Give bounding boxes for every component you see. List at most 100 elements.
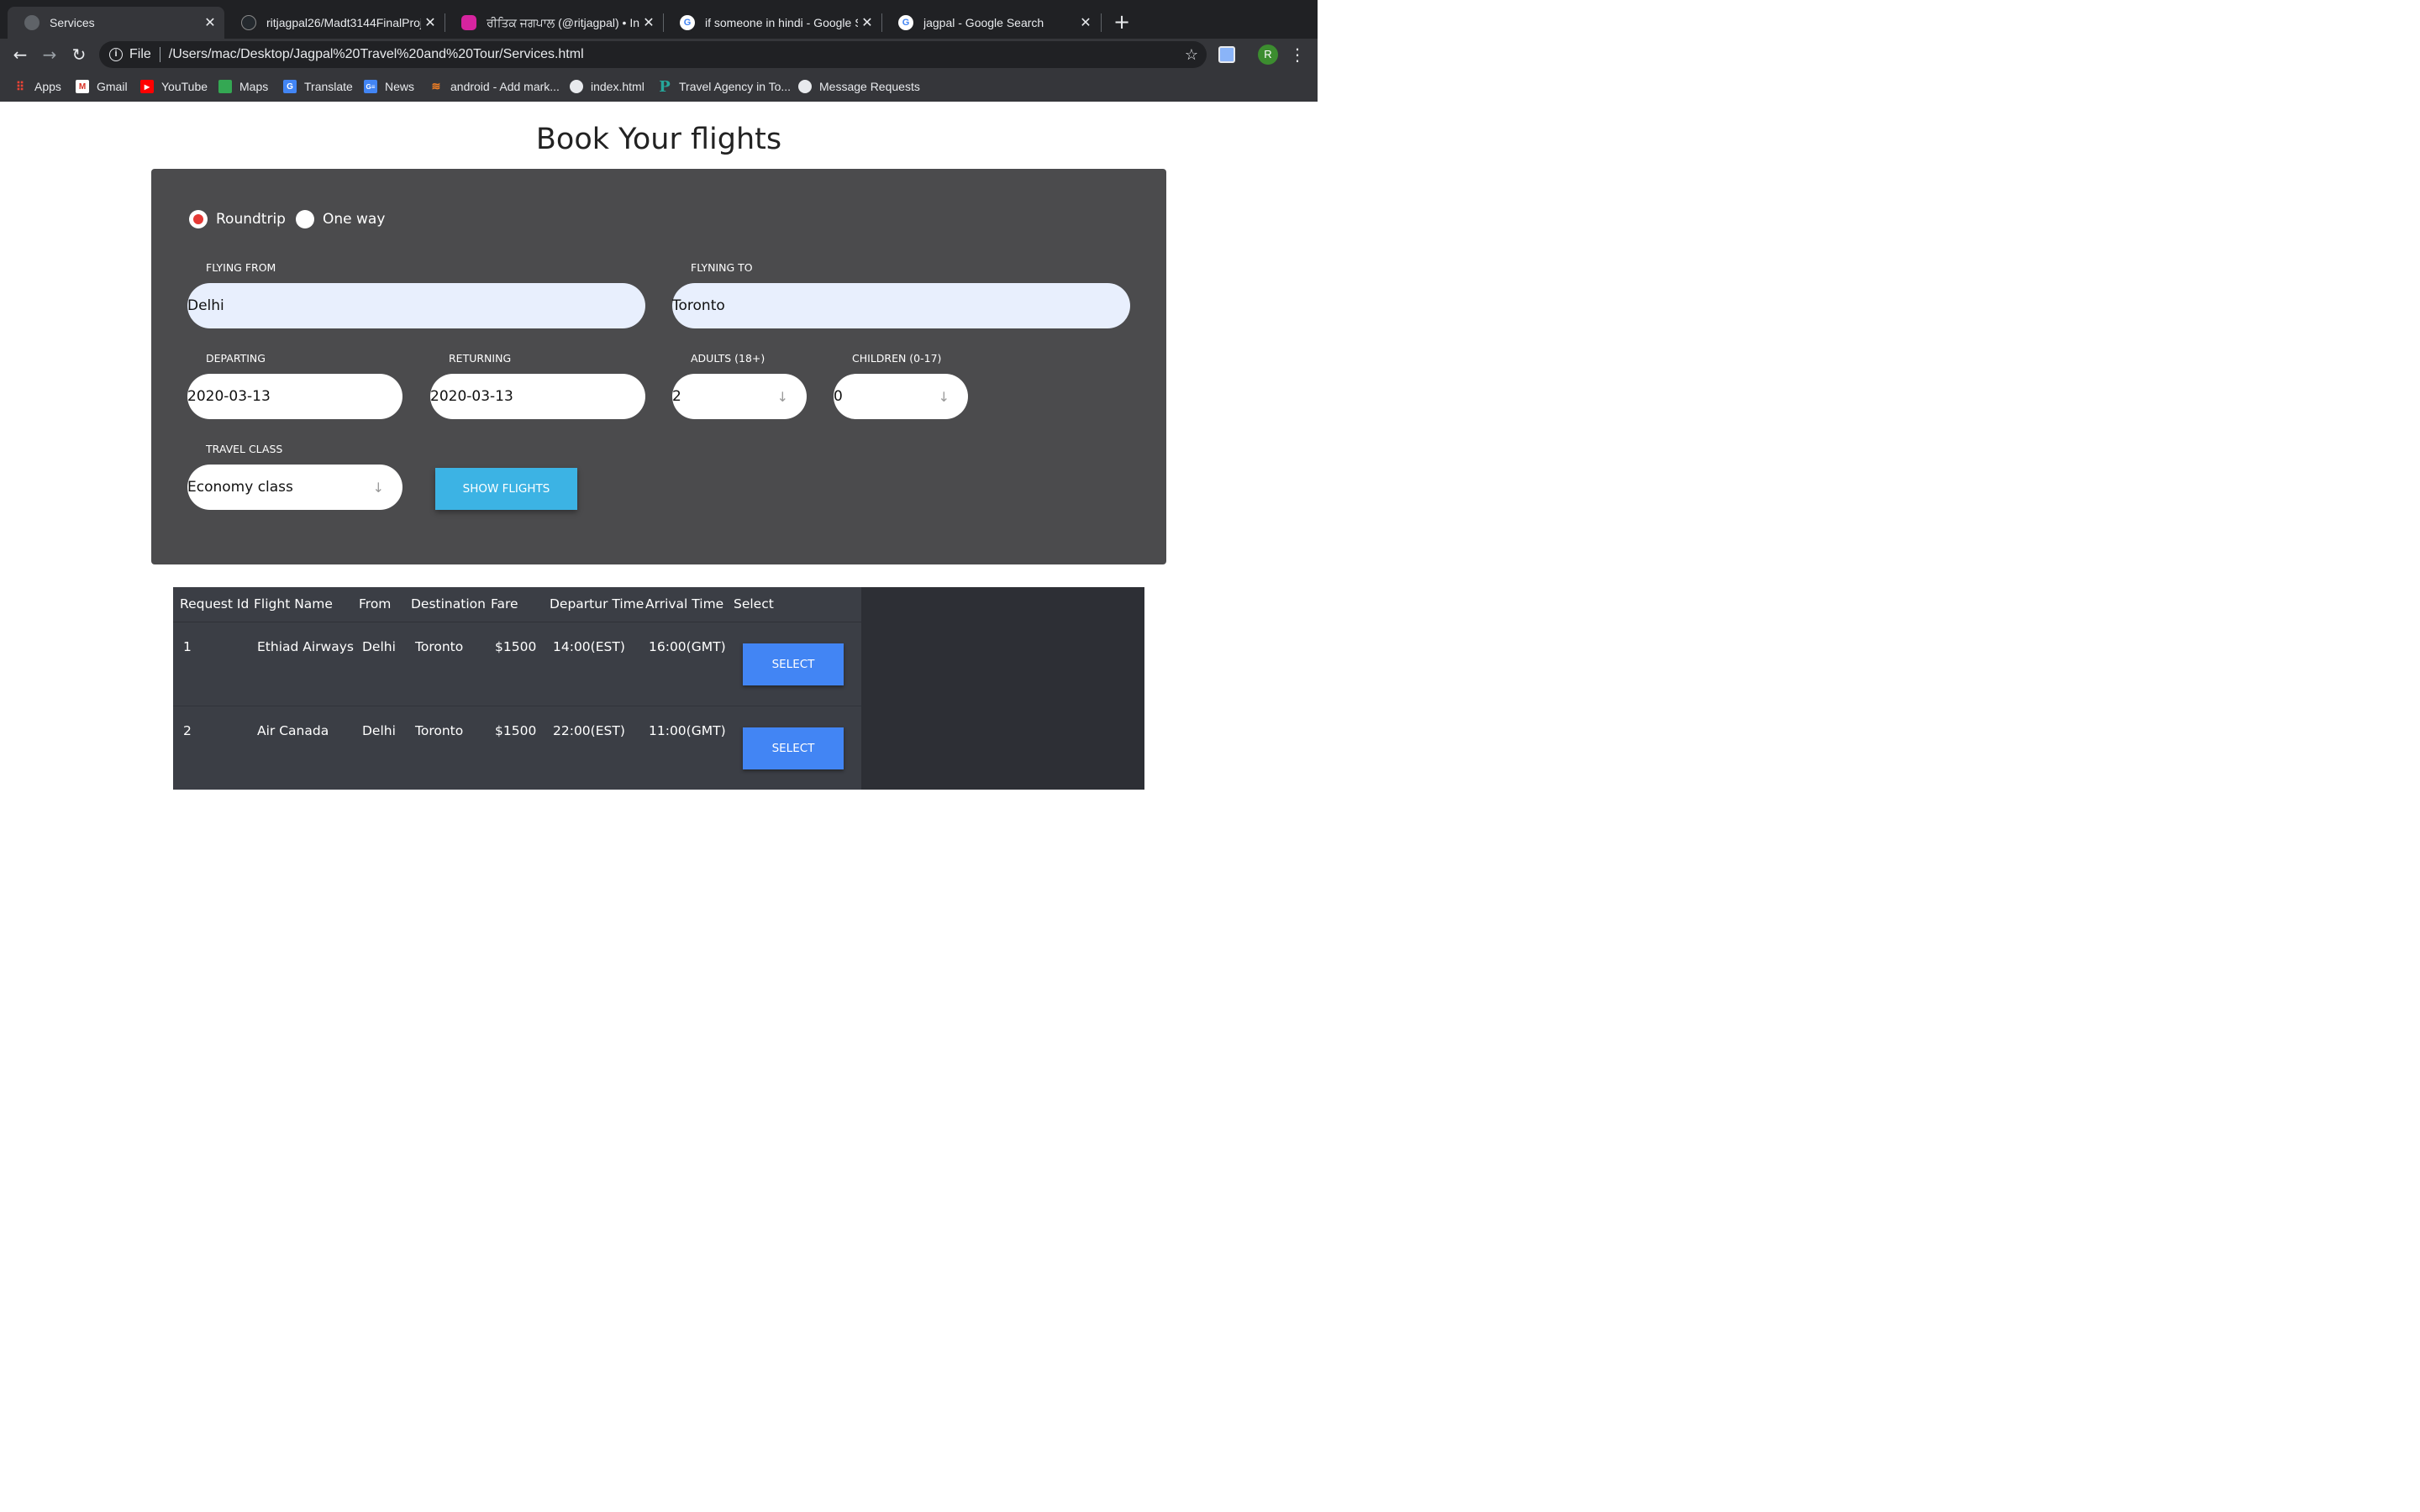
- bookmark-maps[interactable]: Maps: [218, 78, 268, 95]
- close-icon[interactable]: ✕: [201, 14, 219, 31]
- flying-from-input[interactable]: Delhi: [187, 283, 645, 328]
- bookmark-label: Translate: [304, 80, 353, 93]
- radio-unselected-indicator[interactable]: [296, 210, 314, 228]
- radio-one-way[interactable]: One way: [296, 208, 385, 230]
- children-select[interactable]: 0 ↓: [834, 374, 968, 419]
- travel-class-label: TRAVEL CLASS: [206, 443, 283, 455]
- globe-icon: [24, 15, 39, 30]
- forward-arrow-icon[interactable]: →: [38, 43, 61, 66]
- info-icon[interactable]: i: [109, 48, 123, 61]
- maps-icon: [218, 80, 232, 93]
- bookmark-travel-agency[interactable]: P Travel Agency in To...: [658, 77, 792, 96]
- profile-avatar[interactable]: R: [1258, 45, 1278, 65]
- bookmark-label: Maps: [239, 80, 269, 93]
- cell-fare: $1500: [495, 723, 537, 738]
- select-flight-button[interactable]: SELECT: [743, 727, 844, 769]
- tab-title: jagpal - Google Search: [923, 16, 1044, 29]
- bookmark-apps[interactable]: ⠿ Apps: [13, 78, 61, 95]
- tab-instagram[interactable]: ਰੀਤਿਕ ਜਗਪਾਲ (@ritjagpal) • Instagr ✕: [445, 7, 663, 39]
- address-bar[interactable]: i File /Users/mac/Desktop/Jagpal%20Trave…: [99, 41, 1207, 68]
- tab-google-search-jagpal[interactable]: G jagpal - Google Search ✕: [881, 7, 1100, 39]
- tab-separator: [1101, 13, 1102, 32]
- column-header-fare: Fare: [491, 596, 518, 612]
- returning-date-input[interactable]: 2020-03-13: [430, 374, 645, 419]
- column-header-departure-time: Departur Time: [550, 596, 644, 612]
- radio-roundtrip[interactable]: Roundtrip: [189, 208, 286, 230]
- extension-icon[interactable]: [1218, 46, 1235, 63]
- github-icon: [241, 15, 256, 30]
- google-icon: G: [680, 15, 695, 30]
- page-title: Book Your flights: [535, 123, 782, 156]
- radio-label: Roundtrip: [216, 211, 286, 228]
- bookmark-news[interactable]: G≡ News: [364, 78, 414, 95]
- close-icon[interactable]: ✕: [639, 14, 658, 31]
- radio-label: One way: [323, 211, 386, 228]
- travel-class-value: Economy class: [187, 479, 293, 496]
- menu-kebab-icon[interactable]: ⋮: [1289, 43, 1306, 66]
- bookmark-label: Travel Agency in To...: [679, 80, 792, 93]
- returning-label: RETURNING: [449, 352, 512, 365]
- bookmark-label: YouTube: [161, 80, 208, 93]
- tab-title: ਰੀਤਿਕ ਜਗਪਾਲ (@ritjagpal) • Instagr: [487, 15, 639, 29]
- bookmarks-bar: ⠿ Apps M Gmail ▶ YouTube Maps G Translat…: [0, 71, 1318, 102]
- flying-to-input[interactable]: Toronto: [672, 283, 1130, 328]
- departing-date-input[interactable]: 2020-03-13: [187, 374, 402, 419]
- children-label: CHILDREN (0-17): [852, 352, 942, 365]
- column-header-from: From: [359, 596, 392, 612]
- back-arrow-icon[interactable]: ←: [8, 43, 32, 66]
- p-logo-icon: P: [659, 77, 671, 96]
- tab-title: if someone in hindi - Google Sea: [705, 16, 858, 29]
- new-tab-button[interactable]: +: [1111, 10, 1133, 34]
- radio-selected-indicator[interactable]: [189, 210, 208, 228]
- arrow-down-icon: ↓: [776, 389, 788, 405]
- google-icon: G: [898, 15, 913, 30]
- bookmark-translate[interactable]: G Translate: [283, 78, 353, 95]
- flying-from-label: FLYING FROM: [206, 261, 276, 274]
- cell-destination: Toronto: [415, 723, 464, 738]
- cell-from: Delhi: [362, 639, 396, 654]
- close-icon[interactable]: ✕: [421, 14, 439, 31]
- tab-services[interactable]: Services ✕: [8, 7, 224, 39]
- address-url: /Users/mac/Desktop/Jagpal%20Travel%20and…: [168, 47, 584, 61]
- adults-label: ADULTS (18+): [691, 352, 765, 365]
- bookmark-index[interactable]: index.html: [570, 78, 644, 95]
- travel-class-select[interactable]: Economy class ↓: [187, 465, 402, 510]
- departing-date-value: 2020-03-13: [187, 388, 271, 405]
- children-value: 0: [834, 388, 843, 405]
- departing-label: DEPARTING: [206, 352, 266, 365]
- youtube-icon: ▶: [140, 80, 154, 93]
- cell-flight-name: Air Canada: [257, 723, 329, 738]
- tab-title: ritjagpal26/Madt3144FinalProjec: [266, 16, 421, 29]
- cell-from: Delhi: [362, 723, 396, 738]
- reload-icon[interactable]: ↻: [67, 43, 91, 66]
- bookmark-gmail[interactable]: M Gmail: [76, 78, 128, 95]
- close-icon[interactable]: ✕: [1076, 14, 1095, 31]
- bookmark-message-requests[interactable]: Message Requests: [798, 78, 920, 95]
- cell-destination: Toronto: [415, 639, 464, 654]
- tab-strip: Services ✕ ritjagpal26/Madt3144FinalProj…: [0, 0, 1318, 39]
- cell-fare: $1500: [495, 639, 537, 654]
- browser-toolbar: ← → ↻ i File /Users/mac/Desktop/Jagpal%2…: [0, 39, 1318, 71]
- close-icon[interactable]: ✕: [858, 14, 876, 31]
- bookmark-label: index.html: [591, 80, 644, 93]
- cell-request-id: 2: [183, 723, 192, 738]
- adults-value: 2: [672, 388, 681, 405]
- tab-title: Services: [50, 16, 95, 29]
- bookmark-youtube[interactable]: ▶ YouTube: [140, 78, 208, 95]
- flying-to-label: FLYNING TO: [691, 261, 753, 274]
- gmail-icon: M: [76, 80, 89, 93]
- cell-arrival-time: 16:00(GMT): [649, 639, 726, 654]
- tab-google-search-hindi[interactable]: G if someone in hindi - Google Sea ✕: [663, 7, 881, 39]
- tab-github[interactable]: ritjagpal26/Madt3144FinalProjec ✕: [224, 7, 445, 39]
- bookmark-label: Apps: [34, 80, 61, 93]
- bookmark-star-icon[interactable]: ☆: [1185, 46, 1198, 64]
- select-flight-button[interactable]: SELECT: [743, 643, 844, 685]
- show-flights-button[interactable]: SHOW FLIGHTS: [435, 468, 577, 510]
- news-icon: G≡: [364, 80, 377, 93]
- column-header-select: Select: [734, 596, 774, 612]
- bookmark-android[interactable]: ≋ android - Add mark...: [429, 78, 560, 95]
- adults-select[interactable]: 2 ↓: [672, 374, 807, 419]
- cell-departure-time: 14:00(EST): [553, 639, 625, 654]
- bookmark-label: Gmail: [97, 80, 128, 93]
- column-header-arrival-time: Arrival Time: [645, 596, 724, 612]
